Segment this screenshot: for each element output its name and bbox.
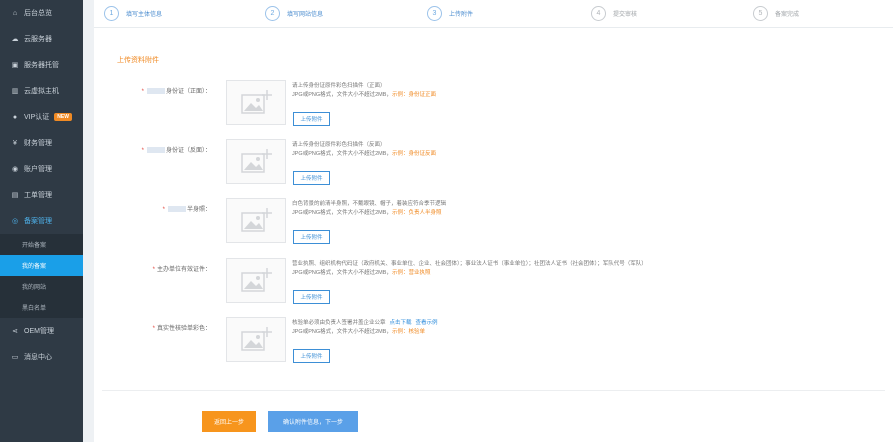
sidebar-item-tickets[interactable]: ▤ 工单管理 — [0, 182, 83, 208]
step-label: 上传附件 — [449, 12, 474, 18]
user-icon: ● — [12, 113, 18, 121]
sidebar-item-account[interactable]: ◉ 账户管理 — [0, 156, 83, 182]
download-link[interactable]: 点击下载 — [390, 320, 412, 326]
sidebar-subitem-my-filings[interactable]: 我的备案 — [0, 255, 83, 276]
sidebar-item-finance[interactable]: ¥ 财务管理 — [0, 130, 83, 156]
sidebar-subitem-blackwhite-list[interactable]: 黑白名单 — [0, 297, 83, 318]
sidebar-item-dashboard[interactable]: ⌂ 后台总览 — [0, 0, 83, 26]
step-number: 4 — [591, 6, 606, 21]
sidebar-item-label: 备案管理 — [24, 218, 52, 225]
field-label: * 主办单位有效证件： — [152, 267, 211, 273]
image-placeholder — [226, 198, 286, 243]
field-label: * 身份证（反面）： — [141, 147, 211, 154]
image-placeholder-icon — [241, 208, 272, 232]
upload-button[interactable]: 上传附件 — [293, 230, 330, 244]
step-label: 备案完成 — [775, 12, 800, 18]
sidebar-item-label: OEM管理 — [24, 328, 54, 335]
upload-description: 请上传身份证原件彩色扫描件（反面） JPG或PNG格式，文件大小不超过2MB，示例… — [292, 142, 436, 157]
divider — [102, 390, 885, 391]
step-1: 1 填写主体信息 — [104, 6, 162, 21]
example-link[interactable]: 示例：身份证反面 — [392, 151, 436, 157]
section-title: 上传资料附件 — [117, 57, 159, 64]
step-label: 填写主体信息 — [126, 12, 163, 18]
step-3: 3 上传附件 — [427, 6, 473, 21]
sidebar-item-label: 账户管理 — [24, 166, 52, 173]
sidebar-item-label: 后台总览 — [24, 10, 52, 17]
main-panel: 1 填写主体信息 2 填写网站信息 3 上传附件 4 提交审核 5 备案完成 上传资料附件… — [94, 0, 893, 442]
upload-button[interactable]: 上传附件 — [293, 112, 330, 126]
field-label: * 身份证（正面）： — [141, 88, 211, 95]
image-placeholder-icon — [241, 268, 272, 292]
upload-button[interactable]: 上传附件 — [293, 290, 330, 304]
progress-steps: 1 填写主体信息 2 填写网站信息 3 上传附件 4 提交审核 5 备案完成 — [94, 0, 893, 28]
example-link[interactable]: 示例：营业执照 — [392, 270, 431, 276]
example-link[interactable]: 示例：核验单 — [392, 329, 425, 335]
field-label: * 真实性核验单彩色： — [152, 326, 211, 332]
upload-row-id-front: * 身份证（正面）： 请上传身份证原件彩色扫描件（正面） JPG或PNG格式，文件大… — [94, 80, 893, 138]
upload-row-org-certificate: * 主办单位有效证件： 营业执照、组织机构代码证（政府机关、事业单位、企业、社会团… — [94, 258, 893, 316]
image-placeholder — [226, 139, 286, 184]
upload-description: 白色背景的前清半身照，不戴眼镜、帽子，着装应符合季节逻辑 JPG或PNG格式，文件… — [292, 201, 447, 216]
upload-button[interactable]: 上传附件 — [293, 171, 330, 185]
sidebar-item-virtual-host[interactable]: ▥ 云虚拟主机 — [0, 78, 83, 104]
step-4: 4 提交审核 — [591, 6, 637, 21]
field-label: * 半身照： — [162, 206, 211, 213]
view-example-link[interactable]: 查看示例 — [416, 320, 438, 326]
sidebar-item-messages[interactable]: ▭ 消息中心 — [0, 344, 83, 370]
sidebar-subitem-my-websites[interactable]: 我的网站 — [0, 276, 83, 297]
sidebar-item-label: 云服务器 — [24, 36, 52, 43]
cabinet-icon: ▥ — [11, 88, 19, 95]
step-number: 3 — [427, 6, 442, 21]
step-number: 1 — [104, 6, 119, 21]
sidebar-item-oem[interactable]: ⋖ OEM管理 — [0, 318, 83, 344]
sidebar-item-vip[interactable]: ● VIP认证 NEW — [0, 104, 83, 130]
home-icon: ⌂ — [12, 9, 18, 17]
upload-description: 营业执照、组织机构代码证（政府机关、事业单位、企业、社会团体）；事业法人证书（事… — [292, 261, 647, 276]
upload-description: 请上传身份证原件彩色扫描件（正面） JPG或PNG格式，文件大小不超过2MB，示例… — [292, 83, 436, 98]
step-number: 5 — [753, 6, 768, 21]
image-placeholder-icon — [241, 327, 272, 351]
share-icon: ⋖ — [12, 328, 18, 335]
upload-row-id-back: * 身份证（反面）： 请上传身份证原件彩色扫描件（反面） JPG或PNG格式，文件大… — [94, 139, 893, 197]
yen-icon: ¥ — [13, 139, 17, 147]
sidebar-item-cloud-server[interactable]: ☁ 云服务器 — [0, 26, 83, 52]
message-icon: ▭ — [11, 354, 19, 361]
upload-row-photo: * 半身照： 白色背景的前清半身照，不戴眼镜、帽子，着装应符合季节逻辑 JPG或PN… — [94, 198, 893, 256]
cloud-icon: ☁ — [11, 36, 19, 43]
image-placeholder — [226, 258, 286, 303]
step-number: 2 — [265, 6, 280, 21]
sidebar-item-label: 云虚拟主机 — [24, 88, 59, 95]
image-placeholder — [226, 80, 286, 125]
step-2: 2 填写网站信息 — [265, 6, 323, 21]
sidebar-item-label: 服务器托管 — [24, 62, 59, 69]
step-5: 5 备案完成 — [753, 6, 799, 21]
step-label: 提交审核 — [613, 12, 638, 18]
new-badge: NEW — [54, 113, 72, 121]
ticket-icon: ▤ — [11, 192, 19, 199]
sidebar: ⌂ 后台总览 ☁ 云服务器 ▣ 服务器托管 ▥ 云虚拟主机 ● VIP认证 NEW ¥ 财务管… — [0, 0, 83, 442]
image-placeholder-icon — [241, 149, 272, 173]
upload-row-verification-form: * 真实性核验单彩色： 核验单必须由负责人签署并盖企业公章 点击下载 查看示例 JPG或… — [94, 317, 893, 375]
image-placeholder-icon — [241, 90, 272, 114]
upload-button[interactable]: 上传附件 — [293, 349, 330, 363]
back-button[interactable]: 返回上一步 — [202, 411, 256, 432]
sidebar-item-label: 工单管理 — [24, 192, 52, 199]
sidebar-subitem-start-filing[interactable]: 开始备案 — [0, 234, 83, 255]
filing-icon: ◎ — [11, 218, 19, 225]
confirm-next-button[interactable]: 确认附件信息，下一步 — [268, 411, 358, 432]
sidebar-item-label: VIP认证 — [24, 114, 50, 121]
sidebar-item-filing[interactable]: ◎ 备案管理 — [0, 208, 83, 234]
sidebar-item-label: 消息中心 — [24, 354, 52, 361]
sidebar-item-label: 财务管理 — [24, 140, 52, 147]
account-icon: ◉ — [11, 166, 19, 173]
image-placeholder — [226, 317, 286, 362]
step-label: 填写网站信息 — [287, 12, 324, 18]
example-link[interactable]: 示例：负责人半身照 — [392, 210, 442, 216]
upload-description: 核验单必须由负责人签署并盖企业公章 点击下载 查看示例 JPG或PNG格式，文件大小不… — [292, 320, 438, 335]
filing-submenu: 开始备案 我的备案 我的网站 黑白名单 — [0, 234, 83, 318]
server-icon: ▣ — [11, 62, 19, 69]
example-link[interactable]: 示例：身份证正面 — [392, 92, 436, 98]
sidebar-item-colocation[interactable]: ▣ 服务器托管 — [0, 52, 83, 78]
